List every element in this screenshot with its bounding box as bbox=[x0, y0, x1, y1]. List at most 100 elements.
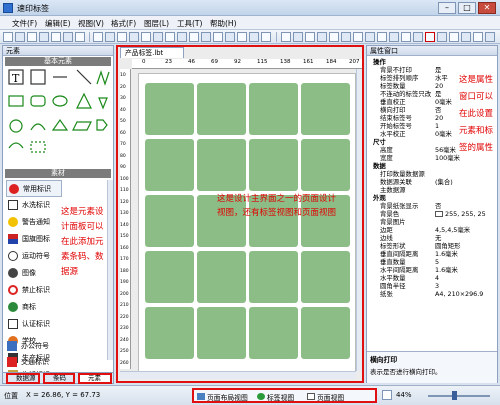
cut-icon[interactable] bbox=[51, 32, 61, 42]
property-row[interactable]: 边线无 bbox=[367, 234, 497, 242]
material-item-prohibit[interactable]: 禁止标识 bbox=[6, 282, 104, 299]
send-back-icon[interactable] bbox=[237, 32, 247, 42]
property-row[interactable]: 数据 bbox=[367, 162, 497, 170]
zoom-icon[interactable] bbox=[382, 390, 392, 400]
property-row[interactable]: 外观 bbox=[367, 194, 497, 202]
same-width-icon[interactable] bbox=[353, 32, 363, 42]
property-row[interactable]: 背景色 255, 255, 25 bbox=[367, 210, 497, 218]
align-icon[interactable] bbox=[177, 32, 187, 42]
label-cell[interactable] bbox=[145, 307, 194, 359]
label-cell[interactable] bbox=[197, 83, 246, 135]
label-cell[interactable] bbox=[301, 307, 350, 359]
delete-icon[interactable] bbox=[425, 32, 435, 42]
label-view-button[interactable]: 标签视图 bbox=[267, 392, 294, 402]
menu-view[interactable]: 视图(V) bbox=[78, 18, 104, 29]
maximize-button[interactable]: □ bbox=[458, 2, 476, 14]
property-row[interactable]: 垂直数量 5 bbox=[367, 258, 497, 266]
layer-icon[interactable] bbox=[261, 32, 271, 42]
property-row[interactable]: 圆角半径 3 bbox=[367, 282, 497, 290]
menu-format[interactable]: 格式(F) bbox=[111, 18, 136, 29]
lock-icon[interactable] bbox=[249, 32, 259, 42]
page-layout-view-button[interactable]: 页面布局视图 bbox=[207, 392, 248, 402]
paste-icon[interactable] bbox=[75, 32, 85, 42]
property-row[interactable]: 背景图片 bbox=[367, 218, 497, 226]
label-cell[interactable] bbox=[145, 251, 194, 303]
minimize-button[interactable]: – bbox=[438, 2, 456, 14]
property-row[interactable]: 水平数量 4 bbox=[367, 274, 497, 282]
align-top-icon[interactable] bbox=[317, 32, 327, 42]
material-item-trademark[interactable]: 商标 bbox=[6, 299, 104, 316]
polyline-tool-icon[interactable] bbox=[141, 32, 151, 42]
elements-scrollbar[interactable] bbox=[107, 180, 113, 360]
same-height-icon[interactable] bbox=[365, 32, 375, 42]
properties-icon[interactable] bbox=[473, 32, 483, 42]
align-bottom-icon[interactable] bbox=[341, 32, 351, 42]
menu-layer[interactable]: 图层(L) bbox=[144, 18, 169, 29]
property-row[interactable]: 垂直间隔距离 1.6毫米 bbox=[367, 250, 497, 258]
chevron-down-icon[interactable] bbox=[485, 32, 495, 42]
property-row[interactable]: 标签形状 圆角矩形 bbox=[367, 242, 497, 250]
property-row[interactable]: 边距 4,5,4,5毫米 bbox=[367, 226, 497, 234]
new-file-icon[interactable] bbox=[3, 32, 13, 42]
label-cell[interactable] bbox=[197, 251, 246, 303]
property-row[interactable]: 背景纸张显示否 bbox=[367, 202, 497, 210]
property-row[interactable]: 纸张 A4, 210×296.9 bbox=[367, 290, 497, 298]
menu-file[interactable]: 文件(F) bbox=[12, 18, 37, 29]
save-icon[interactable] bbox=[27, 32, 37, 42]
label-cell[interactable] bbox=[301, 83, 350, 135]
tab-elements[interactable]: 元素 bbox=[78, 373, 112, 384]
basic-elements-header[interactable]: 基本元素 bbox=[5, 57, 111, 66]
snap-icon[interactable] bbox=[413, 32, 423, 42]
align-middle-icon[interactable] bbox=[329, 32, 339, 42]
align-center-icon[interactable] bbox=[293, 32, 303, 42]
zoom-in-icon[interactable] bbox=[437, 32, 447, 42]
undo-icon[interactable] bbox=[93, 32, 103, 42]
bring-front-icon[interactable] bbox=[225, 32, 235, 42]
property-row[interactable]: 操作 bbox=[367, 58, 497, 66]
material-item-office[interactable]: 办公符号 bbox=[5, 338, 103, 355]
copy-icon[interactable] bbox=[63, 32, 73, 42]
label-cell[interactable] bbox=[249, 139, 298, 191]
label-cell[interactable] bbox=[145, 139, 194, 191]
property-row[interactable]: 主数据源 bbox=[367, 186, 497, 194]
label-cell[interactable] bbox=[197, 307, 246, 359]
menu-edit[interactable]: 编辑(E) bbox=[45, 18, 71, 29]
zoom-slider-handle[interactable] bbox=[452, 391, 457, 400]
property-row[interactable]: 数据源关联 (集合) bbox=[367, 178, 497, 186]
fit-page-icon[interactable] bbox=[461, 32, 471, 42]
close-button[interactable]: ✕ bbox=[478, 2, 496, 14]
label-cell[interactable] bbox=[249, 83, 298, 135]
menu-tools[interactable]: 工具(T) bbox=[177, 18, 202, 29]
label-cell[interactable] bbox=[249, 307, 298, 359]
property-row[interactable]: 水平间隔距离 1.6毫米 bbox=[367, 266, 497, 274]
grid-icon[interactable] bbox=[401, 32, 411, 42]
label-page[interactable]: 这是设计主界面之一的页面设计视图，还有标签视图和页面视图 bbox=[138, 73, 356, 373]
pointer-icon[interactable] bbox=[105, 32, 115, 42]
h-space-icon[interactable] bbox=[377, 32, 387, 42]
property-row[interactable]: 打印数量数据源 bbox=[367, 170, 497, 178]
v-space-icon[interactable] bbox=[389, 32, 399, 42]
vertical-scrollbar[interactable] bbox=[356, 69, 362, 371]
print-icon[interactable] bbox=[39, 32, 49, 42]
size-icon[interactable] bbox=[213, 32, 223, 42]
label-cell[interactable] bbox=[301, 139, 350, 191]
label-cell[interactable] bbox=[301, 251, 350, 303]
label-cell[interactable] bbox=[145, 83, 194, 135]
label-cell[interactable] bbox=[249, 251, 298, 303]
zoom-slider[interactable] bbox=[428, 395, 490, 397]
align-left-icon[interactable] bbox=[281, 32, 291, 42]
material-item-traffic[interactable]: 交通标识 bbox=[5, 354, 103, 371]
group-icon[interactable] bbox=[189, 32, 199, 42]
tab-barcode[interactable]: 条码 bbox=[43, 373, 75, 384]
label-cell[interactable] bbox=[145, 195, 194, 247]
text-tool-icon[interactable] bbox=[153, 32, 163, 42]
label-cell[interactable] bbox=[197, 139, 246, 191]
horizontal-scrollbar[interactable] bbox=[120, 371, 356, 379]
page-view-button[interactable]: 页面视图 bbox=[317, 392, 344, 402]
material-item-common[interactable]: 常用标识 bbox=[6, 180, 62, 197]
zoom-out-icon[interactable] bbox=[449, 32, 459, 42]
menu-help[interactable]: 帮助(H) bbox=[210, 18, 237, 29]
open-folder-icon[interactable] bbox=[15, 32, 25, 42]
material-item-certification[interactable]: 认证标识 bbox=[6, 316, 104, 333]
document-tab[interactable]: 产品标签.lbt bbox=[120, 47, 184, 58]
